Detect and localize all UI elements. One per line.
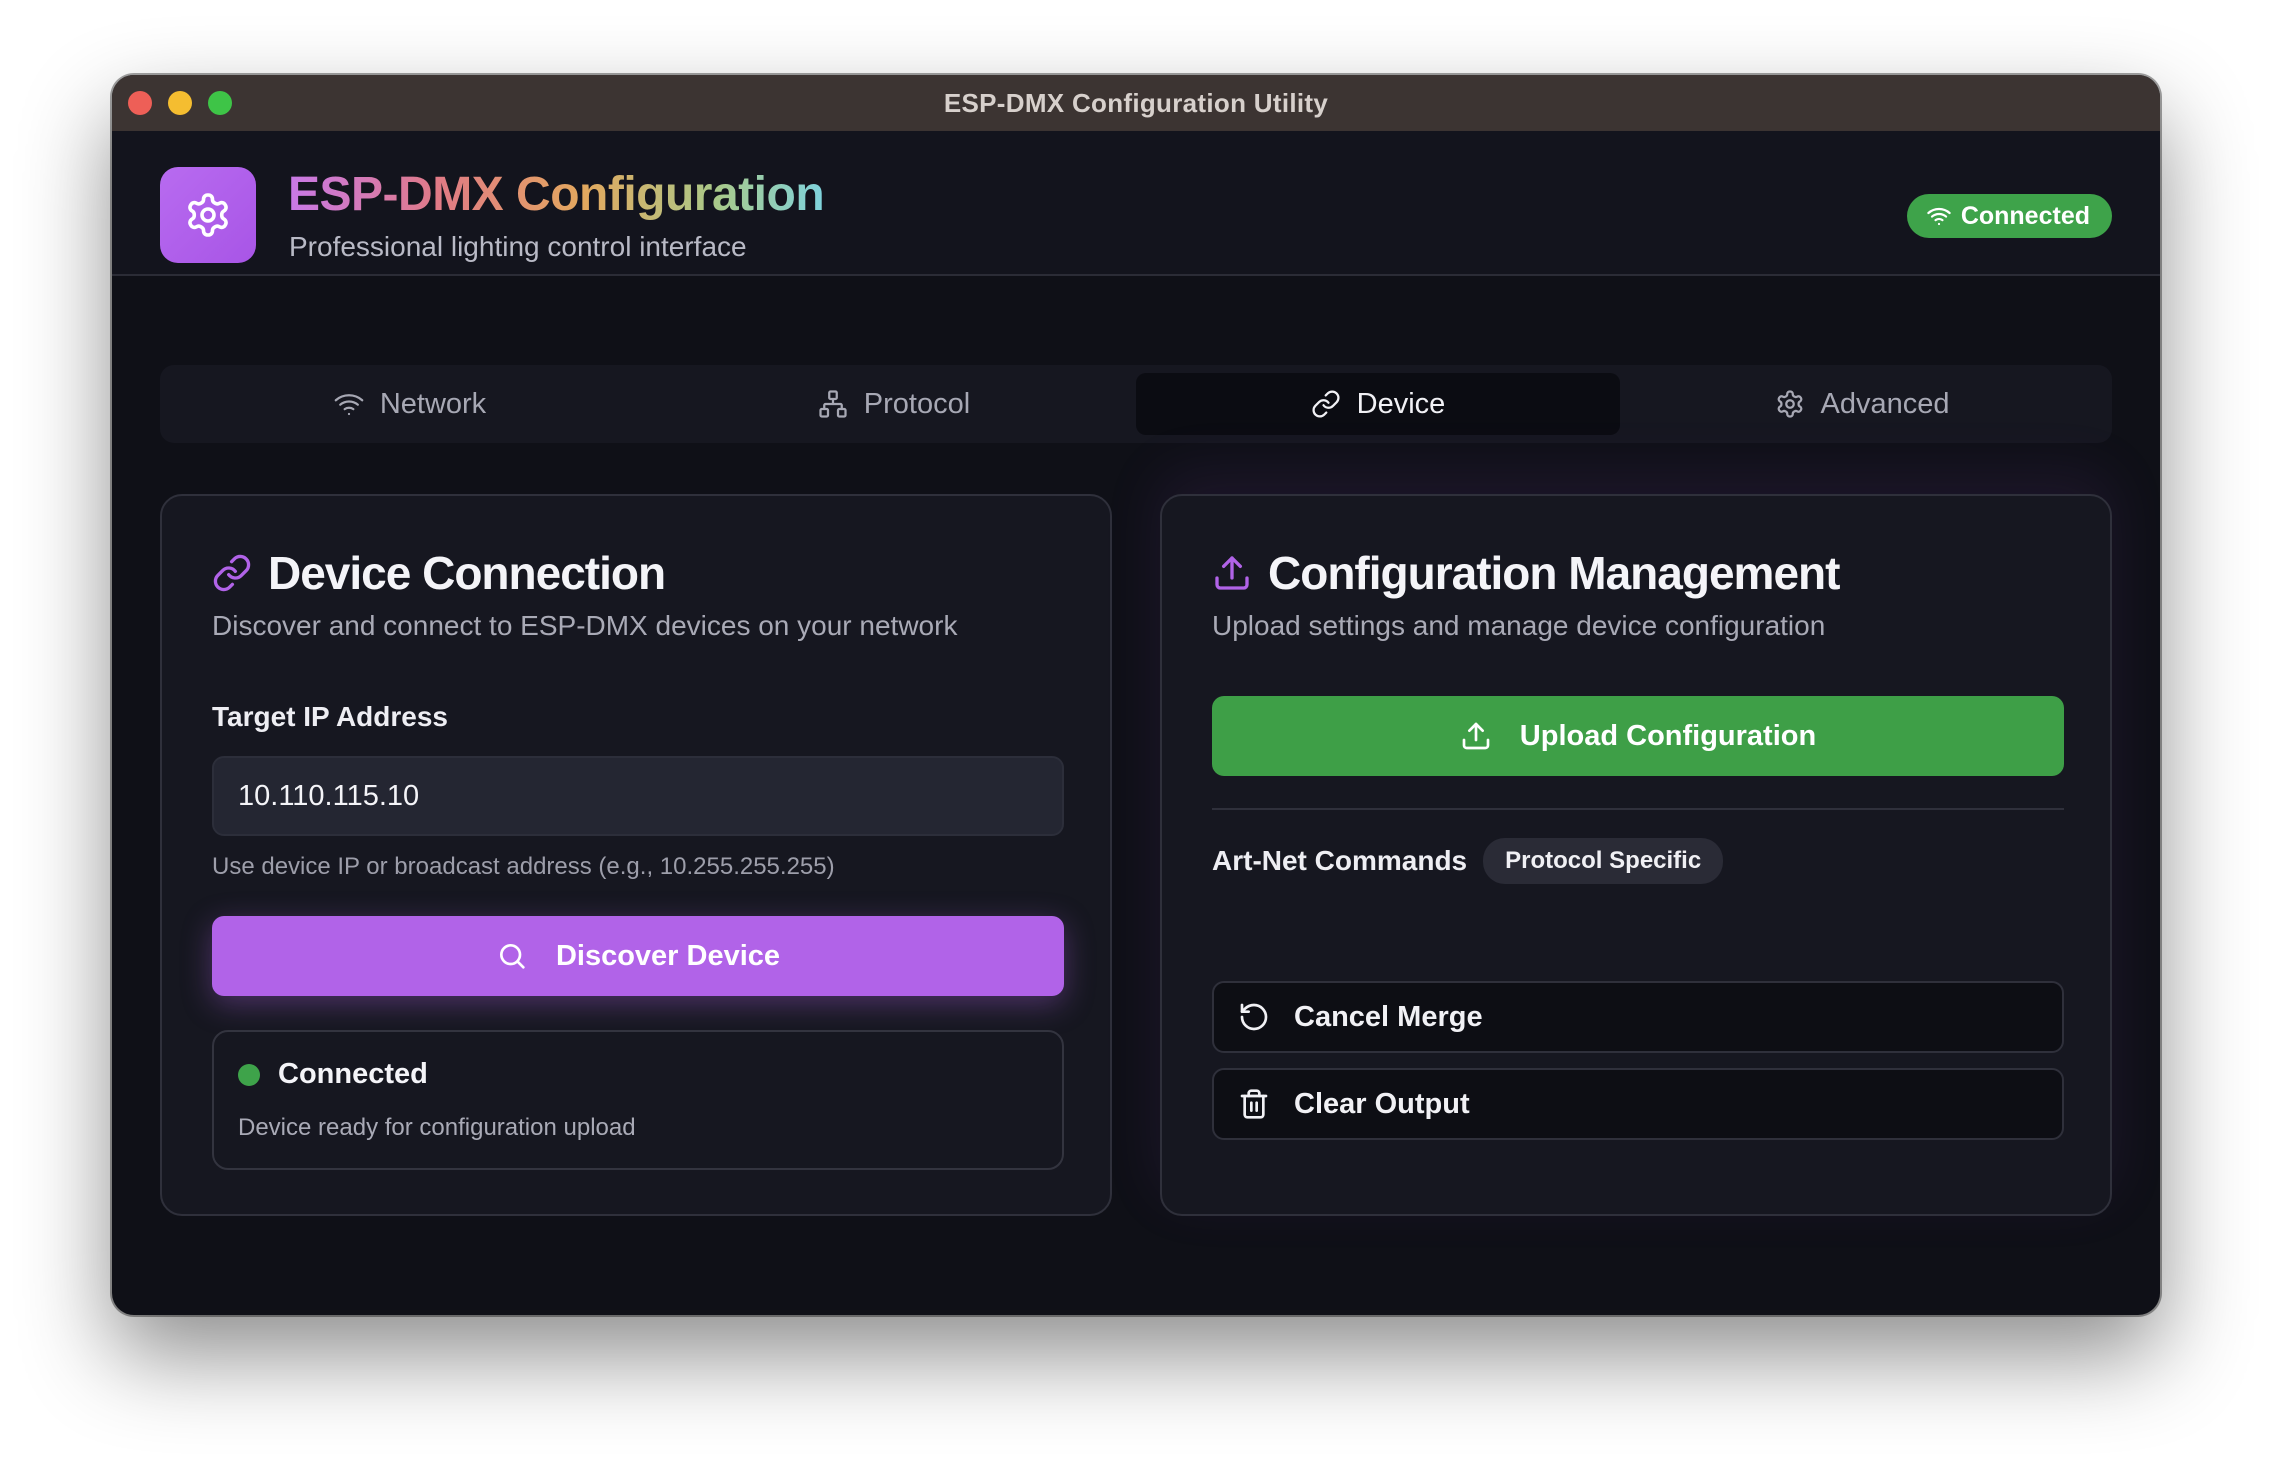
window-title: ESP-DMX Configuration Utility: [943, 87, 1329, 118]
tab-bar: Network Protocol Device Advanced: [160, 365, 2112, 443]
upload-configuration-button[interactable]: Upload Configuration: [1212, 696, 2064, 776]
window-controls: [128, 91, 232, 115]
wifi-icon: [334, 389, 364, 419]
title-bar[interactable]: ESP-DMX Configuration Utility: [112, 75, 2160, 131]
link-icon: [212, 553, 252, 593]
card-title: Configuration Management: [1212, 546, 1840, 600]
cancel-merge-button[interactable]: Cancel Merge: [1212, 981, 2064, 1053]
artnet-commands-label: Art-Net Commands: [1212, 845, 1468, 876]
tab-label: Device: [1356, 387, 1446, 420]
status-description: Device ready for configuration upload: [238, 1114, 636, 1141]
configuration-management-card: Configuration Management Upload settings…: [1160, 494, 2112, 1216]
clear-output-label: Clear Output: [1294, 1087, 1470, 1120]
rotate-ccw-icon: [1238, 1001, 1270, 1033]
close-window-button[interactable]: [128, 91, 152, 115]
connection-status-panel: Connected Device ready for configuration…: [212, 1030, 1064, 1170]
app-subtitle: Professional lighting control interface: [289, 231, 747, 262]
device-connection-description: Discover and connect to ESP-DMX devices …: [212, 610, 958, 641]
app-window: ESP-DMX Configuration Utility ESP-DMX Co…: [112, 75, 2160, 1315]
search-icon: [496, 940, 528, 972]
tab-label: Network: [379, 387, 487, 420]
app-title: ESP-DMX Configuration: [288, 168, 825, 221]
trash-icon: [1238, 1088, 1270, 1120]
tab-device[interactable]: Device: [1136, 373, 1620, 435]
device-connection-card: Device Connection Discover and connect t…: [160, 494, 1112, 1216]
status-indicator-dot: [238, 1064, 260, 1086]
tab-label: Protocol: [863, 387, 971, 420]
artnet-section-header: Art-Net Commands Protocol Specific: [1212, 838, 1724, 884]
wifi-icon: [1927, 204, 1951, 228]
discover-device-label: Discover Device: [555, 939, 781, 972]
ip-hint: Use device IP or broadcast address (e.g.…: [212, 853, 835, 880]
minimize-window-button[interactable]: [168, 91, 192, 115]
upload-icon: [1460, 720, 1492, 752]
target-ip-input[interactable]: [212, 756, 1064, 836]
tab-advanced[interactable]: Advanced: [1620, 373, 2104, 435]
connection-status-label: Connected: [1960, 201, 2090, 230]
network-icon: [818, 389, 848, 419]
discover-device-button[interactable]: Discover Device: [212, 916, 1064, 996]
app-logo: [160, 167, 256, 263]
tab-network[interactable]: Network: [168, 373, 652, 435]
section-divider: [1212, 808, 2064, 810]
status-title: Connected: [278, 1058, 428, 1090]
cancel-merge-label: Cancel Merge: [1294, 1000, 1483, 1033]
clear-output-button[interactable]: Clear Output: [1212, 1068, 2064, 1140]
card-title: Device Connection: [212, 546, 666, 600]
app-header: ESP-DMX Configuration Professional light…: [112, 131, 2160, 276]
zoom-window-button[interactable]: [208, 91, 232, 115]
upload-icon: [1212, 553, 1252, 593]
link-icon: [1311, 389, 1341, 419]
tab-label: Advanced: [1820, 387, 1950, 420]
gear-icon: [184, 191, 232, 239]
tab-protocol[interactable]: Protocol: [652, 373, 1136, 435]
upload-configuration-label: Upload Configuration: [1519, 719, 1817, 752]
config-management-title: Configuration Management: [1268, 547, 1840, 599]
protocol-specific-badge: Protocol Specific: [1483, 838, 1724, 884]
device-connection-title: Device Connection: [268, 547, 666, 599]
ip-field-label: Target IP Address: [212, 701, 449, 732]
gear-icon: [1775, 389, 1805, 419]
config-management-description: Upload settings and manage device config…: [1212, 610, 1826, 641]
connection-status-badge: Connected: [1906, 194, 2112, 238]
